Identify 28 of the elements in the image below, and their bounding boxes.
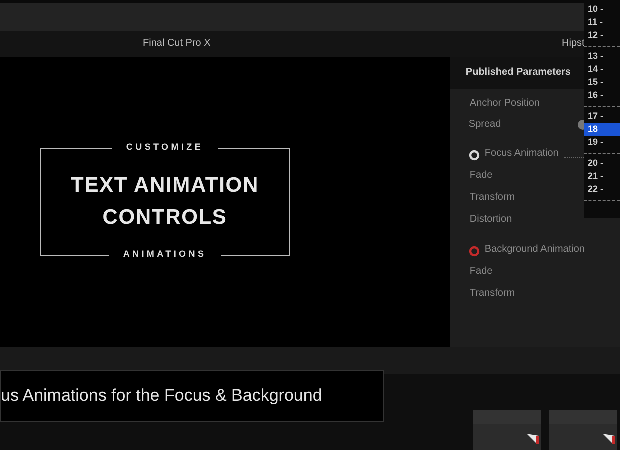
menu-item[interactable]: 11 - bbox=[584, 16, 620, 29]
parameter-label: Spread bbox=[468, 118, 502, 132]
parameter-label: Fade bbox=[470, 265, 493, 279]
menu-item[interactable]: 14 - bbox=[584, 63, 620, 76]
headline-text: CONTROLS bbox=[102, 204, 228, 231]
menu-item[interactable]: 16 - bbox=[584, 89, 620, 102]
menu-item[interactable]: 19 - bbox=[584, 136, 620, 149]
menu-item[interactable]: 21 - bbox=[584, 170, 620, 183]
parameter-label: Transform bbox=[470, 191, 516, 205]
parameter-label: Transform bbox=[470, 287, 516, 301]
parameter-label: Anchor Position bbox=[470, 97, 540, 111]
menu-item[interactable]: 15 - bbox=[584, 76, 620, 89]
library-title: Hipst bbox=[562, 37, 585, 52]
menu-item[interactable]: 10 - bbox=[584, 3, 620, 16]
menu-item[interactable]: 17 - bbox=[584, 110, 620, 123]
parameter-label: Distortion bbox=[470, 213, 512, 227]
section-label: Background Animation bbox=[484, 242, 585, 256]
menu-item[interactable]: 22 - bbox=[584, 183, 620, 196]
app-title: Final Cut Pro X bbox=[143, 37, 211, 52]
headline-text: TEXT ANIMATION bbox=[71, 172, 259, 199]
menu-item[interactable]: 18 bbox=[584, 123, 620, 136]
menu-item[interactable]: 20 - bbox=[584, 157, 620, 170]
menu-item[interactable]: 12 - bbox=[584, 29, 620, 42]
section-label: Focus Animation bbox=[484, 146, 559, 160]
inspector-header: Published Parameters bbox=[466, 66, 571, 80]
caption-text: us Animations for the Focus & Background bbox=[1, 385, 322, 408]
parameter-label: Fade bbox=[470, 169, 493, 183]
menu-item[interactable]: 13 - bbox=[584, 50, 620, 63]
